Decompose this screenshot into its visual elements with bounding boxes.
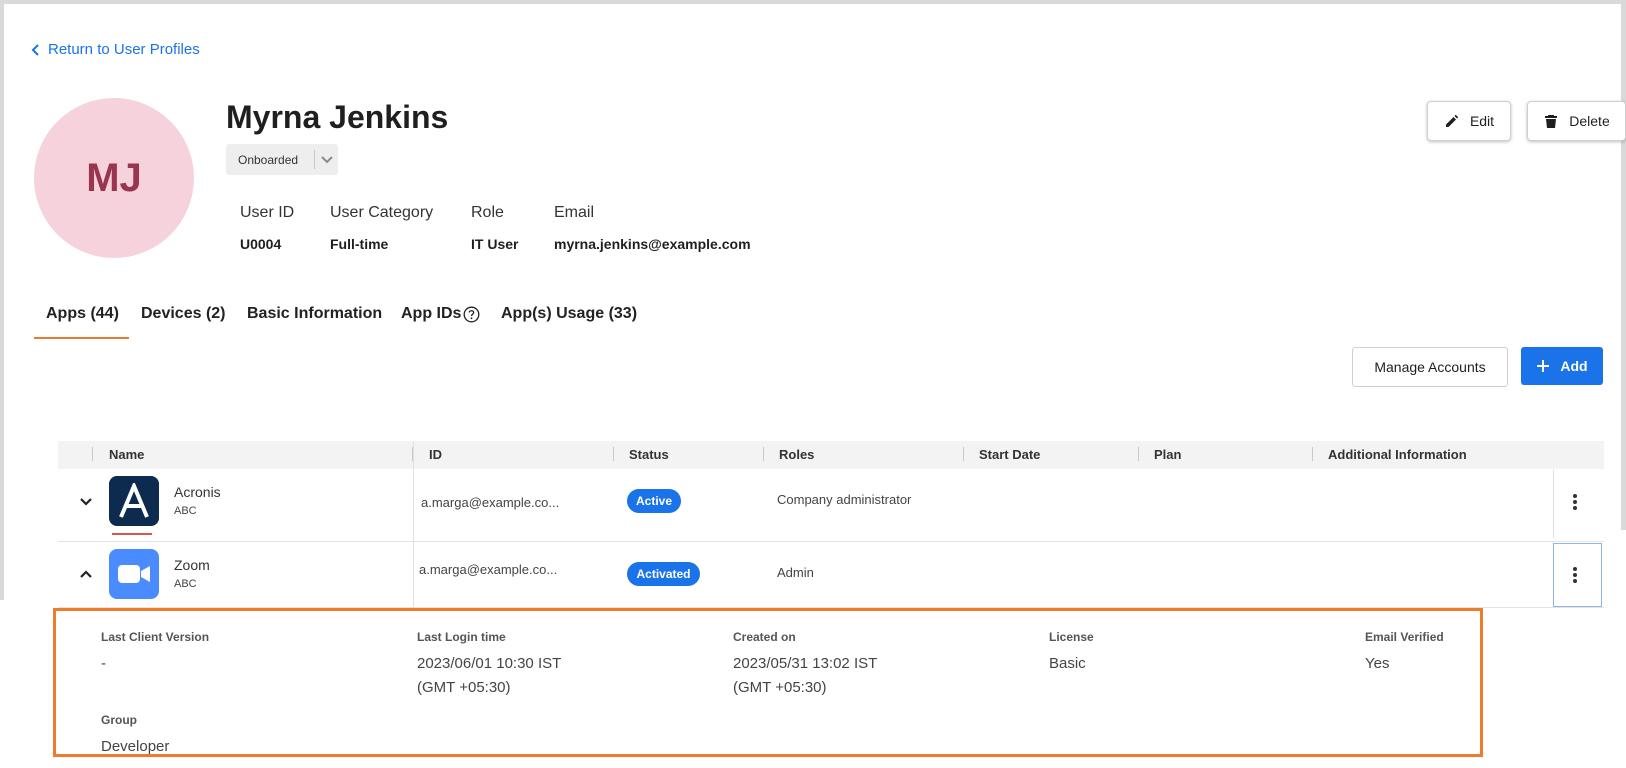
- column-header-additional-information[interactable]: Additional Information: [1328, 447, 1467, 462]
- more-vertical-icon[interactable]: [1565, 492, 1585, 512]
- more-vertical-icon[interactable]: [1565, 565, 1585, 585]
- group-label: Group: [101, 713, 137, 727]
- window-frame-top: [0, 0, 1626, 4]
- app-name: Acronis: [174, 484, 221, 500]
- status-badge: Active: [627, 489, 681, 513]
- app-subtitle: ABC: [174, 505, 197, 517]
- delete-button-label: Delete: [1569, 113, 1610, 129]
- back-link-label: Return to User Profiles: [48, 41, 200, 58]
- column-header-id[interactable]: ID: [429, 447, 442, 462]
- acronis-logo-accent: [112, 533, 152, 535]
- add-button[interactable]: Add: [1521, 347, 1603, 385]
- role-value: IT User: [471, 236, 519, 252]
- actions-column-divider: [1553, 470, 1554, 538]
- user-category-value: Full-time: [330, 236, 389, 252]
- table-header: Name ID Status Roles Start Date Plan Add…: [58, 441, 1604, 469]
- last-client-version-value: -: [101, 655, 106, 672]
- tab-devices[interactable]: Devices (2): [141, 305, 226, 323]
- last-login-label: Last Login time: [417, 630, 506, 644]
- zoom-logo-icon: [109, 549, 159, 599]
- active-tab-indicator: [34, 337, 129, 339]
- created-on-label: Created on: [733, 630, 796, 644]
- app-account-id: a.marga@example.co...: [421, 495, 560, 510]
- header-separator: [1312, 447, 1313, 461]
- status-select-value: Onboarded: [238, 152, 299, 167]
- app-role: Company administrator: [777, 492, 912, 507]
- edit-button[interactable]: Edit: [1427, 101, 1511, 141]
- email-verified-label: Email Verified: [1365, 630, 1444, 644]
- help-circle-icon[interactable]: [463, 306, 480, 323]
- trash-icon: [1545, 115, 1558, 128]
- manage-accounts-button[interactable]: Manage Accounts: [1352, 347, 1508, 387]
- chevron-down-icon[interactable]: [78, 494, 94, 510]
- avatar: MJ: [34, 98, 194, 258]
- user-category-label: User Category: [330, 204, 434, 221]
- last-login-timezone: (GMT +05:30): [417, 679, 511, 696]
- pencil-icon: [1445, 114, 1459, 127]
- name-column-divider: [413, 441, 414, 608]
- header-separator: [1138, 447, 1139, 461]
- license-label: License: [1049, 630, 1094, 644]
- app-account-id: a.marga@example.co...: [419, 562, 558, 577]
- user-id-label: User ID: [240, 204, 295, 221]
- chevron-up-icon[interactable]: [78, 566, 94, 582]
- column-header-name[interactable]: Name: [109, 447, 144, 462]
- email-value: myrna.jenkins@example.com: [554, 236, 751, 252]
- status-badge: Activated: [627, 562, 700, 586]
- tab-app-usage[interactable]: App(s) Usage (33): [501, 305, 637, 323]
- created-on-value: 2023/05/31 13:02 IST: [733, 655, 878, 672]
- app-subtitle: ABC: [174, 578, 197, 590]
- delete-button[interactable]: Delete: [1527, 101, 1626, 141]
- email-label: Email: [554, 204, 595, 221]
- user-status-select[interactable]: Onboarded: [226, 144, 338, 175]
- license-value: Basic: [1049, 655, 1086, 672]
- user-id-value: U0004: [240, 236, 282, 252]
- column-header-start-date[interactable]: Start Date: [979, 447, 1040, 462]
- tab-apps[interactable]: Apps (44): [46, 305, 119, 323]
- user-name: Myrna Jenkins: [226, 99, 449, 135]
- edit-button-label: Edit: [1469, 113, 1495, 129]
- created-on-timezone: (GMT +05:30): [733, 679, 827, 696]
- role-label: Role: [471, 204, 504, 221]
- column-header-status[interactable]: Status: [629, 447, 669, 462]
- last-client-version-label: Last Client Version: [101, 630, 210, 644]
- add-button-label: Add: [1560, 358, 1588, 374]
- return-to-user-profiles-link[interactable]: Return to User Profiles: [30, 41, 200, 58]
- tab-app-ids-label: App IDs: [401, 305, 462, 322]
- email-verified-value: Yes: [1365, 655, 1390, 672]
- window-frame-right: [1621, 0, 1626, 530]
- acronis-logo-icon: [109, 476, 159, 526]
- header-separator: [763, 447, 764, 461]
- header-separator: [963, 447, 964, 461]
- chevron-down-icon: [315, 155, 338, 165]
- window-frame-left: [0, 0, 4, 600]
- tab-app-ids[interactable]: App IDs: [401, 305, 480, 323]
- header-separator: [92, 447, 93, 461]
- app-details-panel: Last Client Version - Last Login time 20…: [53, 608, 1483, 757]
- row-divider: [58, 541, 1604, 542]
- header-separator: [613, 447, 614, 461]
- column-header-plan[interactable]: Plan: [1154, 447, 1181, 462]
- last-login-value: 2023/06/01 10:30 IST: [417, 655, 562, 672]
- chevron-left-icon: [31, 43, 39, 56]
- plus-icon: [1537, 360, 1550, 372]
- column-header-roles[interactable]: Roles: [779, 447, 814, 462]
- app-name: Zoom: [174, 557, 210, 573]
- group-value: Developer: [101, 738, 170, 755]
- app-role: Admin: [777, 565, 814, 580]
- tab-basic-information[interactable]: Basic Information: [247, 305, 382, 323]
